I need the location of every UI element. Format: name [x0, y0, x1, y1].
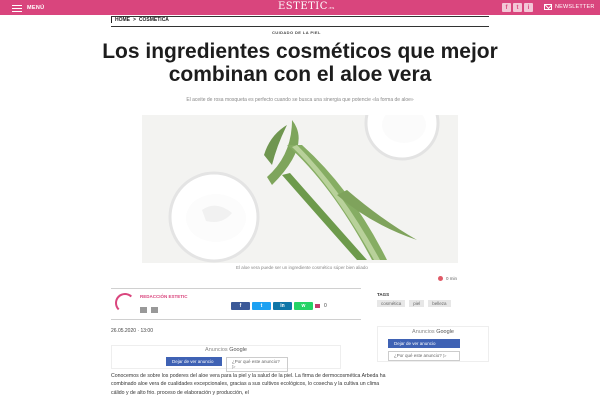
share-counter: 0	[315, 302, 327, 310]
breadcrumb-separator: >	[133, 17, 136, 23]
linkedin-share-button[interactable]: in	[273, 302, 292, 310]
ad-header: Anuncios Google	[112, 347, 340, 353]
facebook-share-button[interactable]: f	[231, 302, 250, 310]
stop-ad-button[interactable]: Dejar de ver anuncio	[166, 357, 222, 366]
stop-ad-button[interactable]: Dejar de ver anuncio	[388, 339, 460, 348]
tags-list: cosmética piel belleza	[377, 300, 451, 307]
newsletter-label: NEWSLETTER	[555, 4, 595, 10]
breadcrumb-section[interactable]: COSMÉTICA	[139, 17, 169, 23]
breadcrumb-marker	[111, 17, 112, 23]
author-avatar	[115, 293, 135, 313]
breadcrumb-home[interactable]: HOME	[115, 17, 130, 23]
newsletter-link[interactable]: NEWSLETTER	[544, 4, 595, 10]
author-share-row: REDACCIÓN ESTETIC f t in w 0	[111, 288, 361, 320]
breadcrumb: HOME > COSMÉTICA	[111, 17, 169, 23]
twitter-share-button[interactable]: t	[252, 302, 271, 310]
site-logo[interactable]: ESTETIC.es	[278, 1, 335, 12]
reading-time-label: 0 min	[446, 276, 458, 281]
author-name[interactable]: REDACCIÓN ESTETIC	[140, 294, 188, 299]
aloe-vera-illustration	[142, 115, 458, 263]
twitter-icon[interactable]	[140, 307, 147, 313]
twitter-icon[interactable]: t	[513, 3, 522, 12]
ad-brand: Google	[436, 329, 454, 335]
breadcrumb-bottom-rule	[111, 26, 489, 27]
menu-button[interactable]: MENÚ	[12, 3, 44, 13]
article-subtitle: El aceite de rosa mosqueta es perfecto c…	[186, 97, 414, 103]
ad-block-right: Anuncios Google Dejar de ver anuncio ¿Po…	[377, 326, 489, 362]
article-kicker[interactable]: CUIDADO DE LA PIEL	[272, 30, 321, 35]
image-caption: El aloe vera puede ser un ingrediente co…	[236, 265, 368, 270]
article-body: Conocemos de sobre los poderes del aloe …	[111, 373, 386, 396]
hero-image	[142, 115, 458, 263]
share-buttons: f t in w 0	[231, 302, 327, 310]
tags-heading: TAGS	[377, 292, 390, 297]
social-links: f t i	[502, 3, 533, 12]
whatsapp-share-button[interactable]: w	[294, 302, 313, 310]
instagram-icon[interactable]: i	[524, 3, 533, 12]
publish-date: 26.05.2020 · 13:00	[111, 328, 153, 334]
tag-item[interactable]: piel	[409, 300, 425, 307]
author-contact-icons	[140, 307, 158, 313]
article-title: Los ingredientes cosméticos que mejor co…	[102, 40, 498, 86]
top-navigation-bar: MENÚ ESTETIC.es f t i NEWSLETTER	[0, 0, 600, 15]
why-ad-button[interactable]: ¿Por qué este anuncio? ▷	[388, 351, 460, 361]
comment-icon	[315, 304, 320, 308]
clock-icon	[438, 276, 443, 281]
envelope-icon	[544, 4, 552, 10]
menu-label: MENÚ	[27, 5, 45, 11]
logo-suffix: .es	[327, 5, 335, 10]
ad-block-left: Anuncios Google Dejar de ver anuncio ¿Po…	[111, 345, 341, 372]
share-count-value: 0	[324, 303, 327, 309]
facebook-icon[interactable]: f	[502, 3, 511, 12]
ad-header: Anuncios Google	[378, 329, 488, 335]
mail-icon[interactable]	[151, 307, 158, 313]
hamburger-icon	[12, 4, 22, 12]
logo-text: ESTETIC	[278, 1, 328, 12]
ad-brand: Google	[229, 347, 247, 353]
tag-item[interactable]: cosmética	[377, 300, 406, 307]
reading-time: 0 min	[438, 276, 457, 281]
why-ad-button[interactable]: ¿Por qué este anuncio? ▷	[226, 357, 288, 372]
ad-prefix: Anuncios	[412, 329, 435, 335]
ad-prefix: Anuncios	[205, 347, 228, 353]
tag-item[interactable]: belleza	[428, 300, 451, 307]
